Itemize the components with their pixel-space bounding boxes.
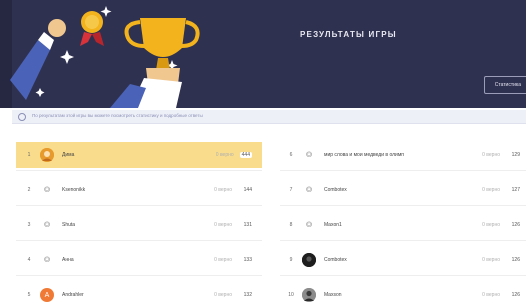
- player-name: Combotex: [324, 257, 347, 263]
- user-silhouette-icon: ⭗: [43, 185, 51, 194]
- row-divider: [16, 170, 262, 171]
- result-row[interactable]: 6 ⭗ мир слова и мои медведи в олимп 0 ве…: [280, 142, 526, 168]
- statistics-button[interactable]: Статистика: [483, 76, 526, 94]
- result-row[interactable]: 10 Maxson 0 верно 126: [280, 282, 526, 303]
- player-name: Ksenonikk: [62, 187, 86, 193]
- player-meta: 0 верно: [482, 257, 500, 263]
- player-name: Shuta: [62, 222, 76, 228]
- row-divider: [16, 275, 262, 276]
- result-row[interactable]: 3 ⭗ Shuta 0 верно 131: [16, 212, 262, 238]
- info-icon: [18, 113, 26, 121]
- user-silhouette-icon: ⭗: [305, 150, 313, 159]
- rank: 4: [27, 257, 31, 263]
- player-meta: 0 верно: [482, 222, 500, 228]
- result-row[interactable]: 2 ⭗ Ksenonikk 0 верно 144: [16, 177, 262, 203]
- player-score: 444: [239, 152, 252, 158]
- row-divider: [16, 240, 262, 241]
- avatar: [302, 288, 316, 302]
- avatar: [302, 253, 316, 267]
- player-score: 129: [511, 152, 520, 158]
- result-row[interactable]: 1 Дима 0 верно 444: [16, 142, 262, 168]
- rank: 9: [289, 257, 293, 263]
- rank: 3: [27, 222, 31, 228]
- row-divider: [280, 170, 526, 171]
- player-meta: 0 верно: [482, 292, 500, 298]
- page-title: РЕЗУЛЬТАТЫ ИГРЫ: [300, 30, 397, 39]
- row-divider: [16, 205, 262, 206]
- result-row[interactable]: 4 ⭗ Анна 0 верно 133: [16, 247, 262, 273]
- rank: 2: [27, 187, 31, 193]
- player-score: 126: [511, 222, 520, 228]
- rank: 5: [27, 292, 31, 298]
- user-silhouette-icon: ⭗: [305, 220, 313, 229]
- rank: 7: [289, 187, 293, 193]
- rank: 10: [288, 292, 294, 298]
- player-meta: 0 верно: [214, 222, 232, 228]
- player-name: Maxson: [324, 292, 342, 298]
- rank: 6: [289, 152, 293, 158]
- notice-text: По результатам этой игры вы можете посмо…: [32, 113, 203, 118]
- result-row[interactable]: 9 Combotex 0 верно 126: [280, 247, 526, 273]
- user-photo-icon: [302, 253, 316, 267]
- player-name: Анна: [62, 257, 74, 263]
- player-name: Andrahler: [62, 292, 84, 298]
- player-meta: 0 верно: [482, 187, 500, 193]
- result-row[interactable]: 8 ⭗ Maxon1 0 верно 126: [280, 212, 526, 238]
- user-silhouette-icon: ⭗: [43, 220, 51, 229]
- trophy-illustration-icon: [10, 6, 200, 108]
- avatar: [40, 148, 54, 162]
- player-name: мир слова и мои медведи в олимп: [324, 152, 404, 158]
- player-score: 126: [511, 257, 520, 263]
- player-meta: 0 верно: [482, 152, 500, 158]
- player-score: 133: [243, 257, 252, 263]
- player-score: 126: [511, 292, 520, 298]
- player-name: Дима: [62, 152, 75, 158]
- result-row[interactable]: 5 A Andrahler 0 верно 132: [16, 282, 262, 303]
- row-divider: [280, 275, 526, 276]
- row-divider: [280, 205, 526, 206]
- player-score: 132: [243, 292, 252, 298]
- player-meta: 0 верно: [214, 292, 232, 298]
- user-silhouette-icon: ⭗: [305, 185, 313, 194]
- avatar: A: [40, 288, 54, 302]
- player-name: Maxon1: [324, 222, 342, 228]
- avatar-letter: A: [44, 291, 50, 299]
- rank: 8: [289, 222, 293, 228]
- player-score: 127: [511, 187, 520, 193]
- result-row[interactable]: 7 ⭗ Combotex 0 верно 127: [280, 177, 526, 203]
- info-notice: По результатам этой игры вы можете посмо…: [12, 110, 526, 124]
- row-divider: [280, 240, 526, 241]
- player-meta: 0 верно: [215, 152, 234, 158]
- player-meta: 0 верно: [214, 257, 232, 263]
- user-silhouette-icon: ⭗: [43, 255, 51, 264]
- user-photo-icon: [302, 288, 316, 302]
- player-score: 144: [243, 187, 252, 193]
- header-banner: РЕЗУЛЬТАТЫ ИГРЫ Статистика: [0, 0, 526, 108]
- player-score: 131: [243, 222, 252, 228]
- user-photo-icon: [40, 148, 54, 162]
- player-name: Combotex: [324, 187, 347, 193]
- rank: 1: [27, 152, 31, 158]
- player-meta: 0 верно: [214, 187, 232, 193]
